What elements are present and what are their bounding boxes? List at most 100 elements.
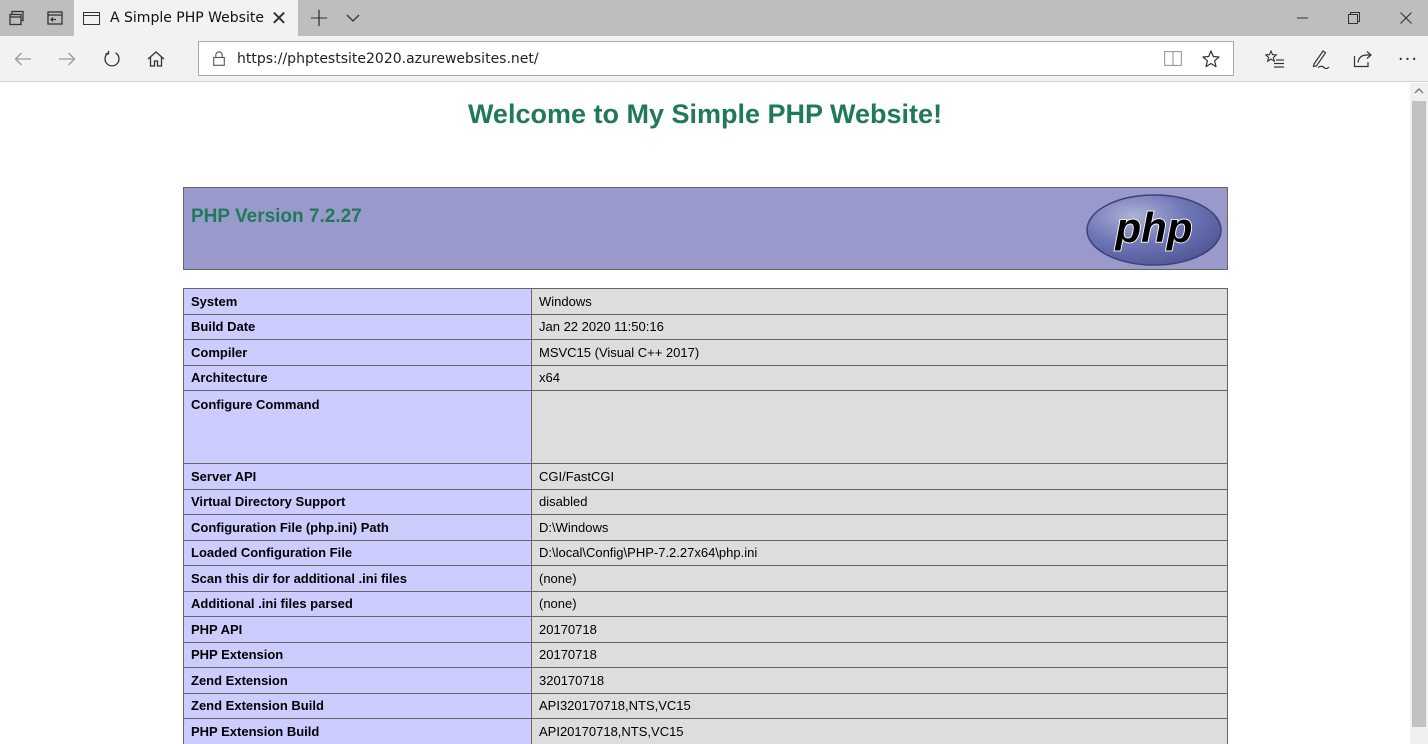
close-window-button[interactable] [1380, 0, 1428, 36]
row-key: Zend Extension Build [183, 692, 532, 719]
plus-icon: + [308, 3, 330, 33]
table-row: Configuration File (php.ini) Path D:\Wind… [183, 514, 1228, 541]
reading-view-button[interactable] [1155, 42, 1191, 75]
row-key: Architecture [183, 364, 532, 391]
row-key: PHP Extension [183, 641, 532, 668]
row-value: MSVC15 (Visual C++ 2017) [531, 339, 1228, 366]
table-row: Additional .ini files parsed (none) [183, 590, 1228, 617]
row-value: 320170718 [531, 667, 1228, 694]
row-value: D:\Windows [531, 514, 1228, 541]
row-value: (none) [531, 590, 1228, 617]
row-value: 20170718 [531, 641, 1228, 668]
favorites-list-icon [1265, 50, 1284, 68]
back-arrow-icon [14, 52, 31, 66]
table-row: Compiler MSVC15 (Visual C++ 2017) [183, 339, 1228, 366]
share-button[interactable] [1343, 36, 1383, 82]
row-key: PHP Extension Build [183, 718, 532, 744]
row-value: Jan 22 2020 11:50:16 [531, 313, 1228, 340]
title-bar: A Simple PHP Website ✕ + [0, 0, 1428, 36]
share-icon [1353, 51, 1372, 68]
address-bar[interactable]: https://phptestsite2020.azurewebsites.ne… [198, 41, 1234, 76]
url-text[interactable]: https://phptestsite2020.azurewebsites.ne… [237, 51, 539, 67]
row-value: disabled [531, 488, 1228, 515]
back-button[interactable] [3, 36, 43, 82]
minimize-button[interactable] [1276, 0, 1328, 36]
table-row: Configure Command [183, 390, 1228, 464]
row-key: Configure Command [183, 390, 532, 464]
table-row: PHP API 20170718 [183, 616, 1228, 643]
table-row: Server API CGI/FastCGI [183, 463, 1228, 490]
row-key: Additional .ini files parsed [183, 590, 532, 617]
table-row: Loaded Configuration File D:\local\Config… [183, 539, 1228, 566]
table-row: Build Date Jan 22 2020 11:50:16 [183, 313, 1228, 340]
tab-list-button[interactable] [340, 0, 366, 36]
page-content: Welcome to My Simple PHP Website! PHP Ve… [0, 83, 1410, 744]
refresh-button[interactable] [92, 36, 132, 82]
home-button[interactable] [136, 36, 176, 82]
row-key: Server API [183, 463, 532, 490]
tab-close-icon[interactable]: ✕ [268, 0, 290, 36]
php-version-header: PHP Version 7.2.27 php [183, 187, 1228, 270]
restore-button[interactable] [1328, 0, 1380, 36]
chevron-down-icon [346, 14, 360, 22]
vertical-scrollbar[interactable] [1410, 83, 1428, 744]
table-row: Virtual Directory Support disabled [183, 488, 1228, 515]
php-logo[interactable]: php [1085, 193, 1223, 267]
row-key: PHP API [183, 616, 532, 643]
row-key: Configuration File (php.ini) Path [183, 514, 532, 541]
php-version-title: PHP Version 7.2.27 [191, 206, 362, 227]
row-key: Loaded Configuration File [183, 539, 532, 566]
home-icon [147, 51, 165, 67]
table-row: System Windows [183, 288, 1228, 315]
tabs-aside-icon[interactable] [0, 0, 34, 36]
row-key: Virtual Directory Support [183, 488, 532, 515]
table-row: PHP Extension Build API20170718,NTS,VC15 [183, 718, 1228, 744]
navigation-bar: https://phptestsite2020.azurewebsites.ne… [0, 36, 1428, 82]
table-row: Scan this dir for additional .ini files(… [183, 565, 1228, 592]
row-key: System [183, 288, 532, 315]
favorites-hub-button[interactable] [1255, 36, 1295, 82]
table-row: PHP Extension 20170718 [183, 641, 1228, 668]
more-icon: ··· [1397, 48, 1419, 70]
table-row: Zend Extension 320170718 [183, 667, 1228, 694]
notes-button[interactable] [1300, 36, 1340, 82]
row-value: (none) [531, 565, 1228, 592]
close-icon [1400, 12, 1412, 24]
lock-icon[interactable] [209, 48, 229, 70]
reading-view-icon [1164, 51, 1182, 66]
row-key: Compiler [183, 339, 532, 366]
favorite-button[interactable] [1193, 42, 1229, 75]
row-value: API20170718,NTS,VC15 [531, 718, 1228, 744]
row-value: Windows [531, 288, 1228, 315]
row-value: CGI/FastCGI [531, 463, 1228, 490]
row-value [531, 390, 1228, 464]
row-value: 20170718 [531, 616, 1228, 643]
page-icon [83, 11, 100, 25]
row-value: D:\local\Config\PHP-7.2.27x64\php.ini [531, 539, 1228, 566]
restore-icon [1348, 12, 1360, 24]
new-tab-button[interactable]: + [304, 0, 334, 36]
row-key: Scan this dir for additional .ini files [183, 565, 532, 592]
forward-button[interactable] [47, 36, 87, 82]
row-value: API320170718,NTS,VC15 [531, 692, 1228, 719]
php-info-table: System Windows Build Date Jan 22 2020 11:50… [183, 288, 1228, 744]
table-row: Architecture x64 [183, 364, 1228, 391]
minimize-icon [1296, 17, 1308, 19]
more-button[interactable]: ··· [1388, 36, 1428, 82]
pen-icon [1312, 50, 1330, 69]
svg-text:php: php [1115, 204, 1193, 251]
page-title: Welcome to My Simple PHP Website! [467, 99, 943, 129]
scroll-up-button[interactable] [1410, 83, 1428, 99]
row-key: Zend Extension [183, 667, 532, 694]
star-icon [1202, 49, 1220, 67]
row-key: Build Date [183, 313, 532, 340]
table-row: Zend Extension Build API320170718,NTS,VC1… [183, 692, 1228, 719]
row-value: x64 [531, 364, 1228, 391]
scroll-thumb[interactable] [1412, 101, 1426, 727]
tab-active[interactable]: A Simple PHP Website ✕ [74, 0, 298, 36]
chevron-up-icon [1414, 88, 1424, 94]
forward-arrow-icon [59, 52, 76, 66]
tab-preview-icon[interactable] [38, 0, 72, 36]
refresh-icon [104, 50, 120, 67]
tab-title: A Simple PHP Website [110, 10, 264, 26]
